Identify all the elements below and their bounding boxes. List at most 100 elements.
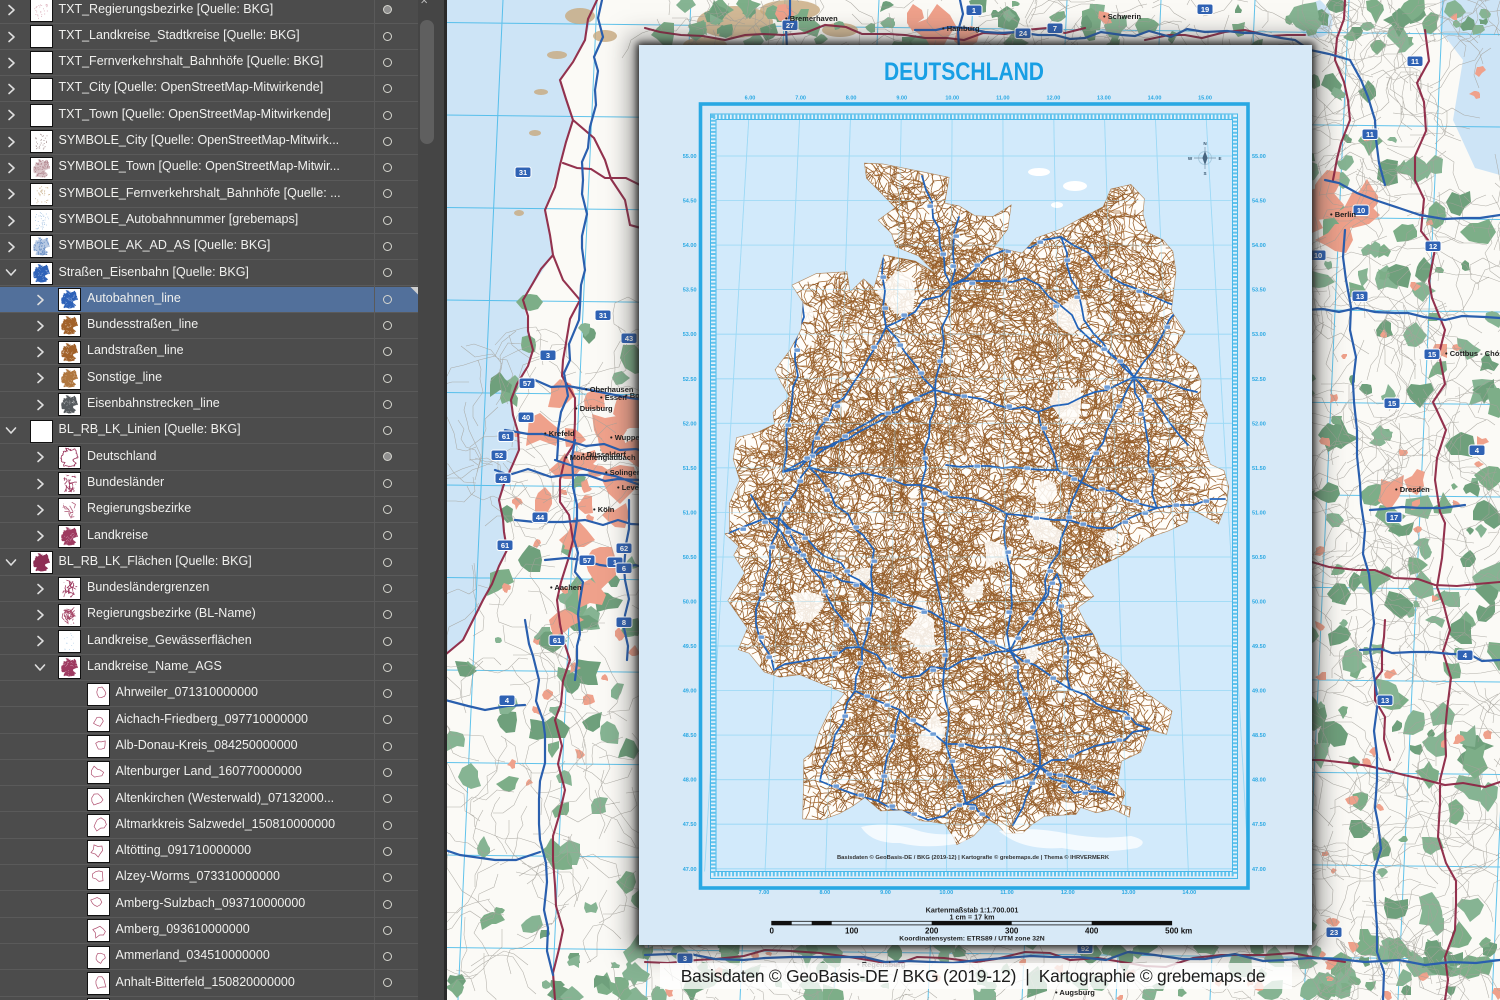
svg-text:15: 15 <box>1388 399 1396 408</box>
svg-text:10.00: 10.00 <box>945 96 959 102</box>
svg-text:52.50: 52.50 <box>1252 377 1266 383</box>
svg-text:46: 46 <box>499 474 507 483</box>
svg-text:50.00: 50.00 <box>1252 600 1266 606</box>
svg-text:49.00: 49.00 <box>1252 689 1266 695</box>
svg-text:47.50: 47.50 <box>1252 822 1266 828</box>
svg-text:• Solingen: • Solingen <box>605 468 642 477</box>
svg-text:10.00: 10.00 <box>939 890 953 896</box>
svg-text:31: 31 <box>599 311 607 320</box>
svg-text:100: 100 <box>845 926 859 935</box>
svg-text:DEUTSCHLAND: DEUTSCHLAND <box>884 58 1044 86</box>
svg-text:3: 3 <box>683 954 687 963</box>
svg-text:52.00: 52.00 <box>1252 421 1266 427</box>
svg-text:55.00: 55.00 <box>683 154 697 160</box>
svg-text:57: 57 <box>523 379 531 388</box>
svg-text:8.00: 8.00 <box>846 96 857 102</box>
svg-text:• Oberhausen: • Oberhausen <box>585 385 634 394</box>
svg-text:47.00: 47.00 <box>1252 867 1266 873</box>
svg-text:S: S <box>1203 171 1206 176</box>
svg-text:• Essen: • Essen <box>600 393 627 402</box>
svg-text:7: 7 <box>1053 24 1057 33</box>
svg-text:53.50: 53.50 <box>683 288 697 294</box>
svg-text:52.50: 52.50 <box>683 377 697 383</box>
svg-text:13.00: 13.00 <box>1122 890 1136 896</box>
svg-text:• Schwerin: • Schwerin <box>1103 12 1141 21</box>
svg-text:61: 61 <box>553 636 561 645</box>
svg-text:40: 40 <box>522 413 530 422</box>
svg-text:23: 23 <box>1330 928 1338 937</box>
svg-text:• Augsburg: • Augsburg <box>1055 988 1095 997</box>
svg-text:400: 400 <box>1085 926 1099 935</box>
svg-text:7.00: 7.00 <box>759 890 770 896</box>
svg-text:53.00: 53.00 <box>1252 332 1266 338</box>
svg-text:200: 200 <box>925 926 939 935</box>
svg-text:51.00: 51.00 <box>683 510 697 516</box>
svg-text:6: 6 <box>622 564 626 573</box>
svg-text:49.00: 49.00 <box>683 689 697 695</box>
svg-text:51.50: 51.50 <box>1252 466 1266 472</box>
svg-text:• Duisburg: • Duisburg <box>575 404 613 413</box>
svg-text:1 cm = 17 km: 1 cm = 17 km <box>950 913 995 922</box>
svg-text:12.00: 12.00 <box>1047 96 1061 102</box>
svg-text:14.00: 14.00 <box>1148 96 1162 102</box>
svg-text:• Dresden: • Dresden <box>1395 485 1430 494</box>
svg-text:10: 10 <box>1314 251 1322 260</box>
svg-text:48.00: 48.00 <box>683 778 697 784</box>
svg-text:10: 10 <box>1357 206 1365 215</box>
svg-text:51.50: 51.50 <box>683 466 697 472</box>
svg-text:11.00: 11.00 <box>996 96 1009 102</box>
svg-text:62: 62 <box>620 544 628 553</box>
svg-text:14.00: 14.00 <box>1182 890 1196 896</box>
svg-text:57: 57 <box>583 556 591 565</box>
svg-text:500 km: 500 km <box>1165 926 1192 935</box>
svg-text:47.50: 47.50 <box>683 822 697 828</box>
svg-text:Koordinatensystem: ETRS89 / UT: Koordinatensystem: ETRS89 / UTM zone 32N <box>899 936 1044 943</box>
svg-text:• Hamburg: • Hamburg <box>942 24 980 33</box>
svg-text:8: 8 <box>622 618 626 627</box>
svg-text:48.50: 48.50 <box>683 733 697 739</box>
svg-text:50.50: 50.50 <box>1252 555 1266 561</box>
svg-text:1: 1 <box>972 6 976 15</box>
svg-text:51.00: 51.00 <box>1252 510 1266 516</box>
svg-text:13: 13 <box>1381 696 1389 705</box>
svg-text:9.00: 9.00 <box>880 890 891 896</box>
svg-text:9.00: 9.00 <box>896 96 907 102</box>
svg-text:3: 3 <box>546 351 550 360</box>
svg-text:61: 61 <box>501 541 509 550</box>
svg-text:6.00: 6.00 <box>745 96 756 102</box>
svg-text:• Bremerhaven: • Bremerhaven <box>785 14 838 23</box>
svg-text:52.00: 52.00 <box>683 421 697 427</box>
svg-text:47.00: 47.00 <box>683 867 697 873</box>
svg-text:11: 11 <box>1366 130 1374 139</box>
svg-text:49.50: 49.50 <box>1252 644 1266 650</box>
svg-text:12: 12 <box>1429 242 1437 251</box>
svg-text:• Krefeld: • Krefeld <box>544 429 575 438</box>
svg-text:11: 11 <box>1411 57 1419 66</box>
svg-text:13: 13 <box>1356 292 1364 301</box>
svg-text:E: E <box>1218 156 1221 161</box>
svg-text:49.50: 49.50 <box>683 644 697 650</box>
svg-text:48.50: 48.50 <box>1252 733 1266 739</box>
svg-text:50.00: 50.00 <box>683 600 697 606</box>
svg-text:44: 44 <box>536 513 545 522</box>
svg-text:• Aachen: • Aachen <box>550 583 582 592</box>
svg-text:W: W <box>1188 156 1193 161</box>
svg-text:53.00: 53.00 <box>683 332 697 338</box>
svg-text:52: 52 <box>495 451 503 460</box>
svg-text:54.00: 54.00 <box>1252 243 1266 249</box>
svg-text:13.00: 13.00 <box>1097 96 1111 102</box>
svg-text:31: 31 <box>519 168 527 177</box>
svg-text:55.00: 55.00 <box>1252 154 1266 160</box>
svg-text:• Düsseldorf: • Düsseldorf <box>582 450 626 459</box>
svg-text:50.50: 50.50 <box>683 555 697 561</box>
svg-text:11.00: 11.00 <box>1000 890 1013 896</box>
svg-text:43: 43 <box>625 334 633 343</box>
svg-text:7.00: 7.00 <box>795 96 806 102</box>
svg-text:12.00: 12.00 <box>1061 890 1075 896</box>
svg-text:19: 19 <box>1201 5 1209 14</box>
svg-text:54.50: 54.50 <box>1252 199 1266 205</box>
svg-text:53.50: 53.50 <box>1252 288 1266 294</box>
svg-text:54.00: 54.00 <box>683 243 697 249</box>
svg-text:92: 92 <box>1081 944 1089 953</box>
svg-text:17: 17 <box>1390 513 1398 522</box>
